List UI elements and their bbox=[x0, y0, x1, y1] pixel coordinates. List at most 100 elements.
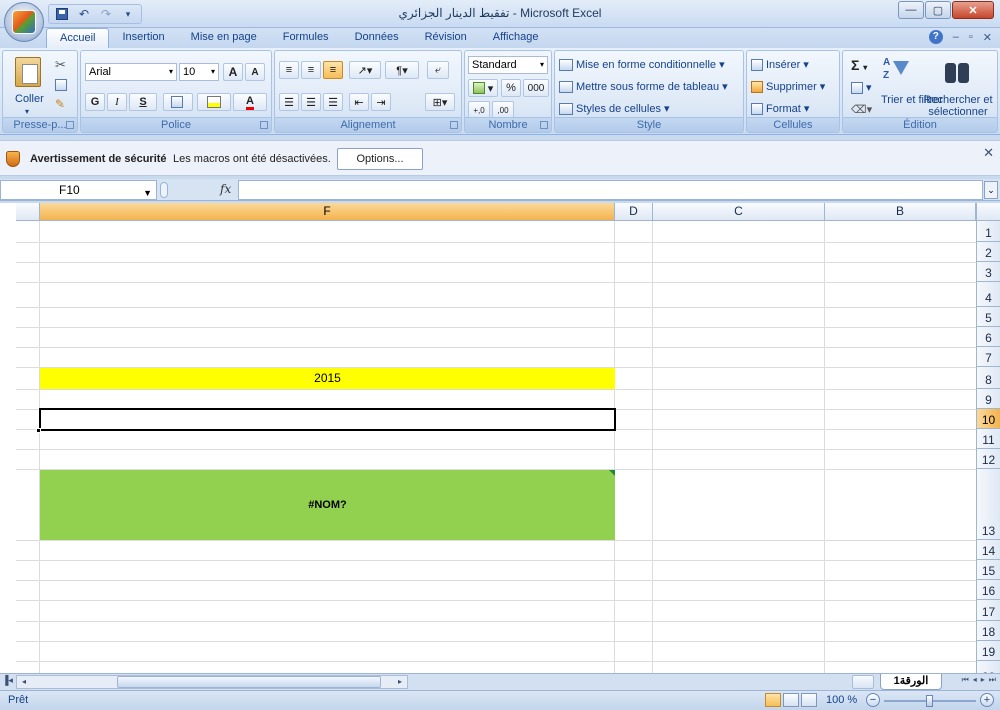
tab-revision[interactable]: Révision bbox=[412, 28, 480, 48]
column-header-b[interactable]: B bbox=[825, 203, 976, 221]
format-cells-button[interactable]: Format ▾ bbox=[751, 102, 809, 116]
row-header[interactable]: 8 bbox=[976, 367, 1000, 389]
wrap-text-icon[interactable]: ⤶ bbox=[427, 61, 449, 79]
zoom-in-icon[interactable]: + bbox=[980, 693, 994, 707]
next-sheet-icon[interactable]: ▸ bbox=[981, 675, 985, 685]
insert-sheet-icon[interactable] bbox=[852, 675, 874, 689]
insert-cells-button[interactable]: Insérer ▾ bbox=[751, 58, 809, 72]
sheet-tab-active[interactable]: الورقة1 bbox=[880, 674, 942, 690]
sort-filter-icon[interactable]: A Z bbox=[883, 57, 909, 85]
font-name-dropdown-icon[interactable]: ▾ bbox=[169, 64, 173, 80]
formula-input[interactable] bbox=[238, 180, 983, 200]
close-workbook-icon[interactable]: ✕ bbox=[983, 31, 992, 44]
row-header[interactable]: 11 bbox=[976, 429, 1000, 449]
thousands-button[interactable]: 000 bbox=[523, 79, 549, 97]
expand-formula-bar-icon[interactable]: ⌄ bbox=[984, 181, 998, 199]
number-launcher-icon[interactable] bbox=[540, 121, 548, 129]
row-header[interactable]: 14 bbox=[976, 540, 1000, 560]
row-header-selected[interactable]: 10 bbox=[976, 409, 1000, 429]
shrink-font-button[interactable]: A bbox=[245, 63, 265, 81]
minimize-button[interactable]: — bbox=[898, 1, 924, 19]
zoom-level[interactable]: 100 % bbox=[826, 694, 857, 706]
font-size-input[interactable]: 10 ▾ bbox=[179, 63, 219, 81]
row-header[interactable]: 9 bbox=[976, 389, 1000, 409]
column-header-partial[interactable] bbox=[16, 203, 40, 221]
select-all-corner[interactable] bbox=[976, 203, 1000, 221]
tab-formules[interactable]: Formules bbox=[270, 28, 342, 48]
row-header[interactable]: 19 bbox=[976, 641, 1000, 661]
align-left-icon[interactable]: ☰ bbox=[279, 93, 299, 111]
fill-button[interactable]: ▾ bbox=[851, 81, 872, 95]
format-as-table-button[interactable]: Mettre sous forme de tableau ▾ bbox=[559, 80, 728, 94]
active-cell-f10[interactable] bbox=[39, 408, 616, 431]
conditional-format-button[interactable]: Mise en forme conditionnelle ▾ bbox=[559, 58, 725, 72]
row-header[interactable]: 3 bbox=[976, 262, 1000, 282]
font-color-button[interactable]: A bbox=[233, 93, 267, 111]
tab-affichage[interactable]: Affichage bbox=[480, 28, 552, 48]
ribbon-minimize-icon[interactable]: – bbox=[953, 31, 959, 43]
first-sheet-icon[interactable]: ⏮ bbox=[962, 675, 969, 685]
column-header-c[interactable]: C bbox=[653, 203, 825, 221]
copy-icon[interactable] bbox=[55, 79, 67, 91]
row-header[interactable]: 12 bbox=[976, 449, 1000, 469]
alignment-launcher-icon[interactable] bbox=[450, 121, 458, 129]
paste-icon[interactable] bbox=[15, 57, 41, 87]
tab-split-handle[interactable]: ▐◂ bbox=[2, 675, 14, 689]
row-header[interactable]: 5 bbox=[976, 307, 1000, 327]
row-header[interactable]: 7 bbox=[976, 347, 1000, 367]
align-middle-icon[interactable]: ≡ bbox=[301, 61, 321, 79]
office-button[interactable] bbox=[4, 2, 44, 42]
column-header-d[interactable]: D bbox=[615, 203, 653, 221]
cut-icon[interactable]: ✂ bbox=[55, 57, 66, 73]
formula-bar-splitter[interactable] bbox=[160, 182, 168, 198]
tab-donnees[interactable]: Données bbox=[342, 28, 412, 48]
tab-mise-en-page[interactable]: Mise en page bbox=[178, 28, 270, 48]
help-icon[interactable]: ? bbox=[928, 30, 943, 44]
options-button[interactable]: Options... bbox=[337, 148, 423, 170]
cell-f13[interactable]: #NOM? bbox=[40, 470, 615, 540]
save-icon[interactable] bbox=[53, 6, 71, 22]
cell-f8[interactable]: 2015 bbox=[40, 368, 615, 389]
delete-cells-button[interactable]: Supprimer ▾ bbox=[751, 80, 825, 94]
align-center-icon[interactable]: ☰ bbox=[301, 93, 321, 111]
prev-sheet-icon[interactable]: ◂ bbox=[973, 675, 977, 685]
customize-qat-icon[interactable]: ▾ bbox=[119, 6, 137, 22]
underline-button[interactable]: S bbox=[129, 93, 157, 111]
align-bottom-icon[interactable]: ≡ bbox=[323, 61, 343, 79]
tab-accueil[interactable]: Accueil bbox=[46, 28, 110, 48]
borders-button[interactable] bbox=[163, 93, 193, 111]
clipboard-launcher-icon[interactable] bbox=[66, 121, 74, 129]
font-launcher-icon[interactable] bbox=[260, 121, 268, 129]
name-box-dropdown-icon[interactable]: ▼ bbox=[143, 184, 152, 202]
fill-handle[interactable] bbox=[36, 428, 41, 433]
normal-view-icon[interactable] bbox=[765, 693, 781, 707]
paste-dropdown-icon[interactable]: ▾ bbox=[25, 107, 29, 116]
zoom-out-icon[interactable]: − bbox=[866, 693, 880, 707]
paste-button[interactable]: Coller bbox=[15, 93, 44, 105]
decrease-indent-icon[interactable]: ⇤ bbox=[349, 93, 369, 111]
last-sheet-icon[interactable]: ⏭ bbox=[989, 675, 996, 685]
row-header[interactable]: 13 bbox=[976, 469, 1000, 540]
row-header[interactable]: 17 bbox=[976, 600, 1000, 621]
font-size-dropdown-icon[interactable]: ▾ bbox=[211, 64, 215, 80]
redo-icon[interactable]: ↷ bbox=[97, 6, 115, 22]
find-binoculars-icon[interactable] bbox=[943, 57, 971, 85]
name-box[interactable]: F10 ▼ bbox=[0, 180, 157, 200]
italic-button[interactable]: I bbox=[107, 93, 127, 111]
row-header[interactable]: 2 bbox=[976, 242, 1000, 262]
page-break-view-icon[interactable] bbox=[801, 693, 817, 707]
align-top-icon[interactable]: ≡ bbox=[279, 61, 299, 79]
number-format-select[interactable]: Standard ▾ bbox=[468, 56, 548, 74]
insert-function-icon[interactable]: fx bbox=[220, 182, 231, 196]
close-button[interactable]: ✕ bbox=[952, 1, 994, 19]
fill-color-button[interactable] bbox=[197, 93, 231, 111]
number-format-dropdown-icon[interactable]: ▾ bbox=[540, 57, 544, 73]
undo-icon[interactable]: ↶ bbox=[75, 6, 93, 22]
row-header[interactable]: 6 bbox=[976, 327, 1000, 347]
restore-workbook-icon[interactable]: ▫ bbox=[969, 31, 973, 43]
grow-font-button[interactable]: A bbox=[223, 63, 243, 81]
row-header[interactable]: 1 bbox=[976, 221, 1000, 242]
percent-button[interactable]: % bbox=[501, 79, 521, 97]
page-layout-view-icon[interactable] bbox=[783, 693, 799, 707]
column-header-f[interactable]: F bbox=[40, 203, 615, 221]
